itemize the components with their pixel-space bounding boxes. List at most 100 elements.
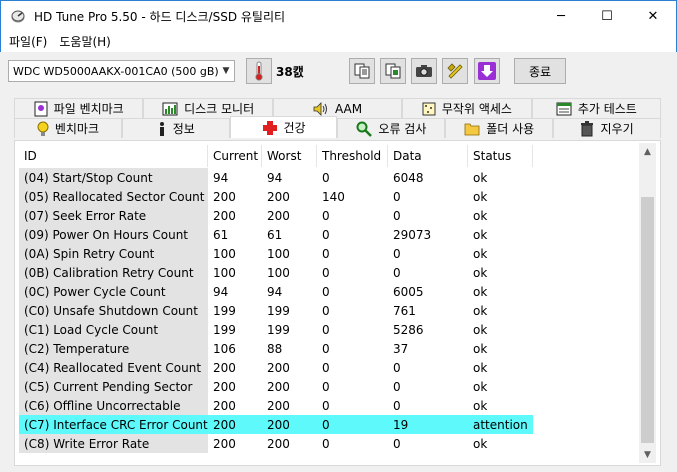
cell-current: 200 [213,208,236,223]
cell-current: 100 [213,265,236,280]
cell-id: (C7) Interface CRC Error Count [19,415,208,434]
cell-status: ok [473,189,488,204]
scroll-up-arrow-icon[interactable]: ▲ [639,143,656,160]
cell-data: 0 [393,208,401,223]
menu-bar: 파일(F) 도움말(H) [0,31,677,52]
cell-worst: 100 [267,265,290,280]
table-row[interactable]: (C4) Reallocated Event Count 200 200 0 0… [19,358,637,377]
cell-current: 200 [213,360,236,375]
tab-folder-usage[interactable]: 폴더 사용 [445,118,554,138]
cell-id: (C4) Reallocated Event Count [19,358,208,377]
tab-erase[interactable]: 지우기 [553,118,661,138]
hd-tune-app-icon [10,8,26,24]
cell-status: ok [473,303,488,318]
column-header-current[interactable]: Current [208,145,262,167]
tab-label: 지우기 [600,122,634,136]
close-button[interactable]: ✕ [630,1,676,31]
health-panel: ID Current Worst Threshold Data Status (… [14,140,661,466]
file-benchmark-icon [34,101,48,116]
table-row[interactable]: (0B) Calibration Retry Count 100 100 0 0… [19,263,637,282]
tab-disk-monitor[interactable]: 디스크 모니터 [143,98,273,118]
cell-status: ok [473,227,488,242]
trash-icon [581,120,594,136]
cell-worst: 94 [267,284,283,299]
speaker-icon [313,101,327,116]
drive-select-value: WDC WD5000AAKX-001CA0 (500 gB) [13,64,218,78]
cell-data: 0 [393,265,401,280]
tab-error-scan[interactable]: 오류 검사 [337,118,446,138]
scroll-down-arrow-icon[interactable]: ▼ [639,446,656,463]
table-row[interactable]: (07) Seek Error Rate 200 200 0 0 ok [19,206,637,225]
tab-info[interactable]: 정보 [121,118,230,138]
tab-label: 오류 검사 [378,122,427,136]
thermometer-button[interactable] [246,58,272,84]
tab-label: 건강 [283,121,306,135]
cell-worst: 200 [267,208,290,223]
vertical-scrollbar[interactable]: ▲ ▼ [639,143,656,463]
column-header-threshold[interactable]: Threshold [317,145,388,167]
tab-health[interactable]: 건강 [229,116,338,138]
table-row[interactable]: (C6) Offline Uncorrectable 200 200 0 0 o… [19,396,637,415]
cell-current: 200 [208,415,262,434]
info-icon [159,121,164,136]
cell-threshold: 0 [322,303,330,318]
cell-threshold: 0 [322,246,330,261]
cell-current: 200 [213,379,236,394]
tab-benchmark[interactable]: 벤치마크 [14,118,122,138]
cell-worst: 200 [267,189,290,204]
table-row[interactable]: (09) Power On Hours Count 61 61 0 29073 … [19,225,637,244]
cell-status: ok [473,284,488,299]
tabs-row-top: 파일 벤치마크 디스크 모니터 AAM 무작위 액세스 추가 테스트 [14,98,662,118]
cell-data: 29073 [393,227,432,242]
scrollbar-thumb[interactable] [641,197,654,443]
table-row[interactable]: (C5) Current Pending Sector 200 200 0 0 … [19,377,637,396]
smart-table[interactable]: ID Current Worst Threshold Data Status (… [19,145,637,461]
column-header-id[interactable]: ID [19,145,208,167]
health-cross-icon [262,120,277,135]
exit-button[interactable]: 종료 [514,58,566,84]
cell-current: 94 [213,284,229,299]
cell-worst: 94 [267,170,283,185]
title-bar[interactable]: HD Tune Pro 5.50 - 하드 디스크/SSD 유틸리티 ─ ☐ ✕ [0,0,677,31]
tab-aam[interactable]: AAM [272,98,403,118]
column-header-data[interactable]: Data [388,145,468,167]
table-row[interactable]: (C0) Unsafe Shutdown Count 199 199 0 761… [19,301,637,320]
menu-help[interactable]: 도움말(H) [55,33,115,50]
temperature-readout: 38캜 [276,65,304,79]
cell-id: (07) Seek Error Rate [19,206,208,225]
cell-status: ok [473,398,488,413]
column-header-worst[interactable]: Worst [262,145,317,167]
options-button[interactable] [442,58,468,84]
screenshot-button[interactable] [411,58,437,84]
cell-id: (0C) Power Cycle Count [19,282,208,301]
table-row-attention[interactable]: (C7) Interface CRC Error Count 200 200 0… [19,415,637,434]
tab-extra-tests[interactable]: 추가 테스트 [531,98,662,118]
tab-label: 폴더 사용 [486,122,535,136]
table-row[interactable]: (04) Start/Stop Count 94 94 0 6048 ok [19,168,637,187]
drive-select[interactable]: WDC WD5000AAKX-001CA0 (500 gB) ▼ [8,60,235,82]
tab-file-benchmark[interactable]: 파일 벤치마크 [14,98,144,118]
minimize-button[interactable]: ─ [538,1,584,31]
save-download-button[interactable] [474,58,500,84]
copy-all-button[interactable] [380,58,406,84]
cell-id: (04) Start/Stop Count [19,168,208,187]
menu-file[interactable]: 파일(F) [5,33,51,50]
table-row[interactable]: (C2) Temperature 106 88 0 37 ok [19,339,637,358]
tab-label: 추가 테스트 [577,102,637,116]
table-row[interactable]: (0C) Power Cycle Count 94 94 0 6005 ok [19,282,637,301]
cell-status: ok [473,265,488,280]
random-access-icon [422,102,436,115]
table-row[interactable]: (C8) Write Error Rate 200 200 0 0 ok [19,434,637,453]
table-row[interactable]: (C1) Load Cycle Count 199 199 0 5286 ok [19,320,637,339]
cell-status: ok [473,246,488,261]
table-row[interactable]: (05) Reallocated Sector Count 200 200 14… [19,187,637,206]
table-row[interactable]: (0A) Spin Retry Count 100 100 0 0 ok [19,244,637,263]
copy-all-icon [385,63,401,79]
copy-text-button[interactable] [349,58,375,84]
column-header-status[interactable]: Status [468,145,533,167]
tab-random-access[interactable]: 무작위 액세스 [402,98,532,118]
cell-threshold: 0 [322,227,330,242]
cell-data: 6048 [393,170,424,185]
maximize-button[interactable]: ☐ [584,1,630,31]
cell-threshold: 0 [322,360,330,375]
